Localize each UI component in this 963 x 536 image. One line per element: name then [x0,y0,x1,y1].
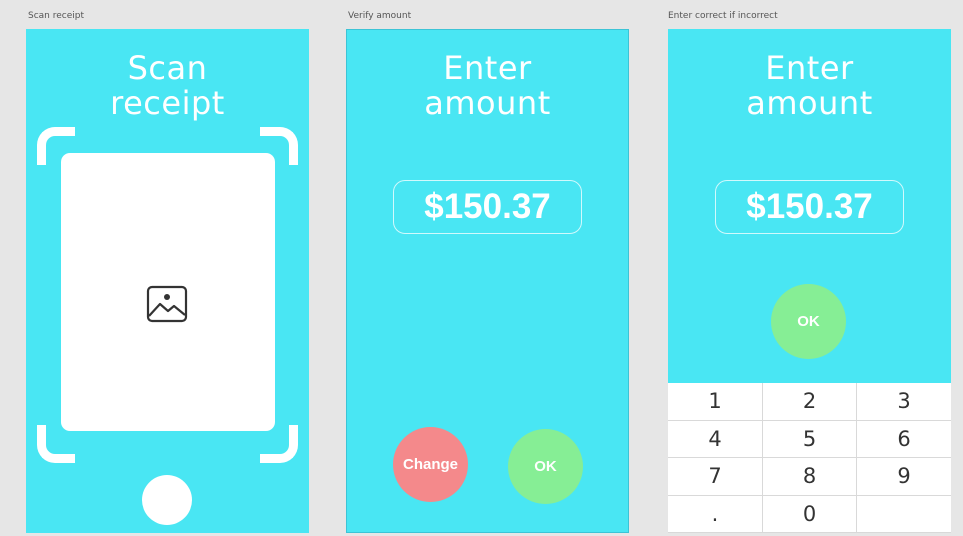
scan-receipt-title: Scan receipt [26,51,309,121]
keypad-key-6[interactable]: 6 [857,421,951,458]
image-icon [146,285,188,323]
frame-label-enter-correct: Enter correct if incorrect [668,11,778,21]
change-button[interactable]: Change [393,427,468,502]
amount-display: $150.37 [393,180,582,234]
title-line-1: Enter [765,49,854,87]
keypad-key-5[interactable]: 5 [763,420,857,458]
keypad-key-0[interactable]: 0 [763,495,857,533]
receipt-preview [61,153,275,431]
keypad-key-2[interactable]: 2 [763,383,857,421]
verify-amount-title: Enter amount [347,51,628,121]
title-line-1: Scan [127,49,208,87]
keypad-key-9[interactable]: 9 [857,458,951,496]
amount-input[interactable]: $150.37 [715,180,904,234]
frame-label-verify-amount: Verify amount [348,11,412,21]
title-line-2: amount [746,84,873,122]
numeric-keypad: 1 2 3 4 5 6 7 8 9 . 0 [668,383,951,533]
keypad-key-decimal[interactable]: . [668,495,763,533]
enter-amount-title: Enter amount [668,51,951,121]
keypad-key-empty [857,496,951,533]
title-line-2: amount [424,84,551,122]
keypad-key-3[interactable]: 3 [857,383,951,421]
title-line-2: receipt [110,84,225,122]
scan-receipt-screen: Scan receipt [26,29,309,533]
title-line-1: Enter [443,49,532,87]
capture-button[interactable] [142,475,192,525]
enter-correct-screen: Enter amount $150.37 OK 1 2 3 4 5 6 7 8 … [668,29,951,533]
ok-button[interactable]: OK [508,429,583,504]
verify-amount-screen: Enter amount $150.37 Change OK [346,29,629,533]
ok-button[interactable]: OK [771,284,846,359]
keypad-key-1[interactable]: 1 [668,383,763,421]
keypad-key-7[interactable]: 7 [668,458,763,496]
keypad-key-4[interactable]: 4 [668,420,763,458]
keypad-key-8[interactable]: 8 [763,458,857,496]
frame-label-scan-receipt: Scan receipt [28,11,85,21]
